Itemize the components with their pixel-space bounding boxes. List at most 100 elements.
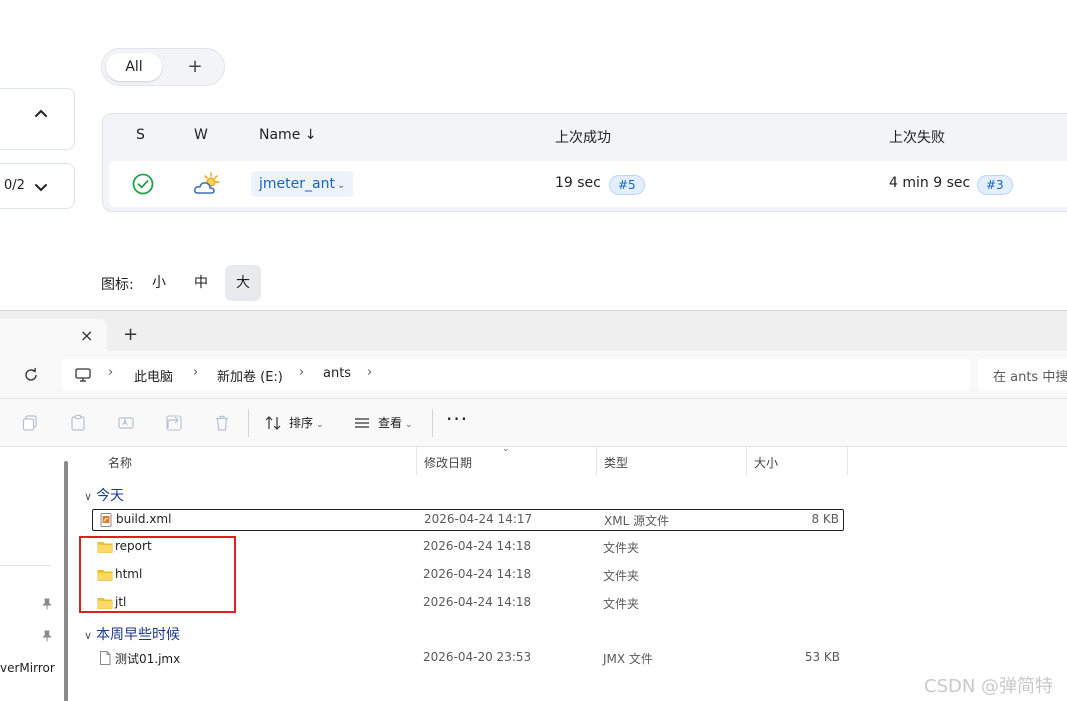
file-name: build.xml <box>116 512 172 526</box>
toolbar-divider <box>248 409 249 437</box>
delete-icon[interactable] <box>213 414 231 432</box>
file-date: 2026-04-24 14:17 <box>424 512 533 526</box>
chevron-down-icon: ∨ <box>84 490 93 503</box>
refresh-icon[interactable] <box>22 366 40 384</box>
explorer-tab[interactable]: × <box>0 319 107 351</box>
paste-icon[interactable] <box>69 414 87 432</box>
column-type[interactable]: 类型 <box>604 454 628 471</box>
xml-file-icon <box>100 513 112 527</box>
file-icon <box>100 651 111 665</box>
chevron-down-icon <box>35 184 47 192</box>
nav-scrollbar[interactable] <box>64 461 68 701</box>
job-link[interactable]: jmeter_ant ⌄ <box>251 171 354 197</box>
last-failure-time: 4 min 9 sec <box>889 175 971 191</box>
file-explorer-window: × + › 此电脑 › 新加卷 (E:) › ants › 在 ants 中搜索 <box>0 310 1067 701</box>
copy-icon[interactable] <box>21 414 39 432</box>
column-weather[interactable]: W <box>194 127 208 143</box>
highlight-annotation-box <box>79 536 236 613</box>
pin-icon[interactable] <box>40 597 54 611</box>
view-button[interactable]: 查看 ⌄ <box>378 414 413 431</box>
tab-all[interactable]: All <box>106 53 162 81</box>
pin-icon[interactable] <box>40 629 54 643</box>
breadcrumb-separator-icon[interactable]: › <box>193 365 198 380</box>
job-row: jmeter_ant ⌄ 19 sec #5 4 min 9 sec #3 <box>109 161 1067 207</box>
column-last-failure[interactable]: 上次失败 <box>889 127 945 147</box>
file-name: 测试01.jmx <box>115 652 181 666</box>
toolbar-divider <box>432 409 433 437</box>
column-date-modified[interactable]: 修改日期 <box>424 454 472 471</box>
file-row[interactable]: build.xml 2026-04-24 14:17 XML 源文件 8 KB <box>92 509 844 531</box>
file-type: 文件夹 <box>603 569 640 583</box>
file-size: 53 KB <box>804 650 840 664</box>
tab-strip: × + <box>0 311 1067 351</box>
view-label: 查看 <box>378 416 403 430</box>
column-size[interactable]: 大小 <box>754 454 778 471</box>
file-date: 2026-04-24 14:18 <box>423 539 532 553</box>
search-box[interactable]: 在 ants 中搜索 <box>978 359 1067 391</box>
file-row[interactable]: 测试01.jmx 2026-04-20 23:53 JMX 文件 53 KB <box>92 648 844 670</box>
breadcrumb-this-pc[interactable]: 此电脑 <box>134 366 173 385</box>
breadcrumb-separator-icon[interactable]: › <box>108 365 113 380</box>
more-options-button[interactable]: ··· <box>446 407 468 431</box>
breadcrumb-separator-icon[interactable]: › <box>367 365 372 380</box>
sort-label: 排序 <box>289 416 314 430</box>
icon-size-large[interactable]: 大 <box>225 265 261 301</box>
job-menu-chevron-icon[interactable]: ⌄ <box>337 180 345 191</box>
icon-size-small[interactable]: 小 <box>141 265 177 301</box>
column-name[interactable]: Name ↓ <box>259 127 316 143</box>
nav-divider <box>0 565 50 566</box>
breadcrumb-separator-icon[interactable]: › <box>299 365 304 380</box>
chevron-up-icon <box>35 109 47 117</box>
job-table: S W Name ↓ 上次成功 上次失败 jmeter_ant ⌄ 19 sec … <box>102 113 1067 212</box>
sort-button[interactable]: 排序 ⌄ <box>289 414 324 431</box>
watermark: CSDN @弹简特 <box>924 676 1054 697</box>
column-header-row: 名称 ⌄ 修改日期 类型 大小 <box>70 444 1067 477</box>
share-icon[interactable] <box>165 414 183 432</box>
success-status-icon <box>132 173 154 195</box>
icon-size-medium[interactable]: 中 <box>183 265 219 301</box>
column-divider[interactable] <box>746 447 747 475</box>
column-status[interactable]: S <box>136 127 145 143</box>
weather-partly-cloudy-icon <box>194 172 220 194</box>
rename-icon[interactable] <box>117 414 135 432</box>
icon-size-label: 图标: <box>101 277 134 293</box>
command-bar: 排序 ⌄ 查看 ⌄ ··· <box>0 399 1067 447</box>
last-success-time: 19 sec <box>555 175 601 191</box>
file-type: 文件夹 <box>603 541 640 555</box>
build-queue-panel[interactable] <box>0 88 75 150</box>
close-tab-icon[interactable]: × <box>80 326 93 345</box>
file-date: 2026-04-24 14:18 <box>423 567 532 581</box>
address-bar-row: › 此电脑 › 新加卷 (E:) › ants › 在 ants 中搜索 <box>0 351 1067 399</box>
executor-status-panel[interactable]: 0/2 <box>0 163 75 209</box>
column-last-success[interactable]: 上次成功 <box>555 127 611 147</box>
group-header-today[interactable]: ∨ 今天 <box>84 485 124 505</box>
breadcrumb-ants[interactable]: ants <box>323 366 351 381</box>
sort-icon[interactable] <box>264 414 282 432</box>
address-bar[interactable]: › 此电脑 › 新加卷 (E:) › ants › <box>62 359 970 391</box>
file-date: 2026-04-20 23:53 <box>423 650 532 664</box>
file-size: 8 KB <box>811 512 839 526</box>
navigation-pane: verMirror <box>0 447 64 701</box>
column-divider[interactable] <box>847 447 848 475</box>
group-header-earlier-this-week[interactable]: ∨ 本周早些时候 <box>84 624 180 644</box>
column-name[interactable]: 名称 <box>108 454 132 471</box>
column-divider[interactable] <box>596 447 597 475</box>
column-divider[interactable] <box>416 447 417 475</box>
breadcrumb-drive-e[interactable]: 新加卷 (E:) <box>217 366 283 385</box>
last-failure-build-badge[interactable]: #3 <box>977 175 1013 195</box>
chevron-down-icon: ⌄ <box>405 420 413 430</box>
job-name: jmeter_ant <box>259 176 335 192</box>
nav-item-truncated[interactable]: verMirror <box>0 661 55 675</box>
view-icon[interactable] <box>353 414 371 432</box>
new-tab-button[interactable]: + <box>123 324 138 345</box>
last-success-build-badge[interactable]: #5 <box>609 175 645 195</box>
executor-count: 0/2 <box>4 178 25 193</box>
add-view-button[interactable]: + <box>172 53 218 81</box>
chevron-down-icon: ⌄ <box>502 444 510 454</box>
file-date: 2026-04-24 14:18 <box>423 595 532 609</box>
chevron-down-icon: ⌄ <box>316 420 324 430</box>
jenkins-dashboard: All + 0/2 S W Name ↓ 上次成功 上次失败 jmeter_an… <box>0 0 1067 310</box>
view-tabs: All + <box>101 48 225 86</box>
file-type: 文件夹 <box>603 597 640 611</box>
file-type: JMX 文件 <box>603 652 653 666</box>
